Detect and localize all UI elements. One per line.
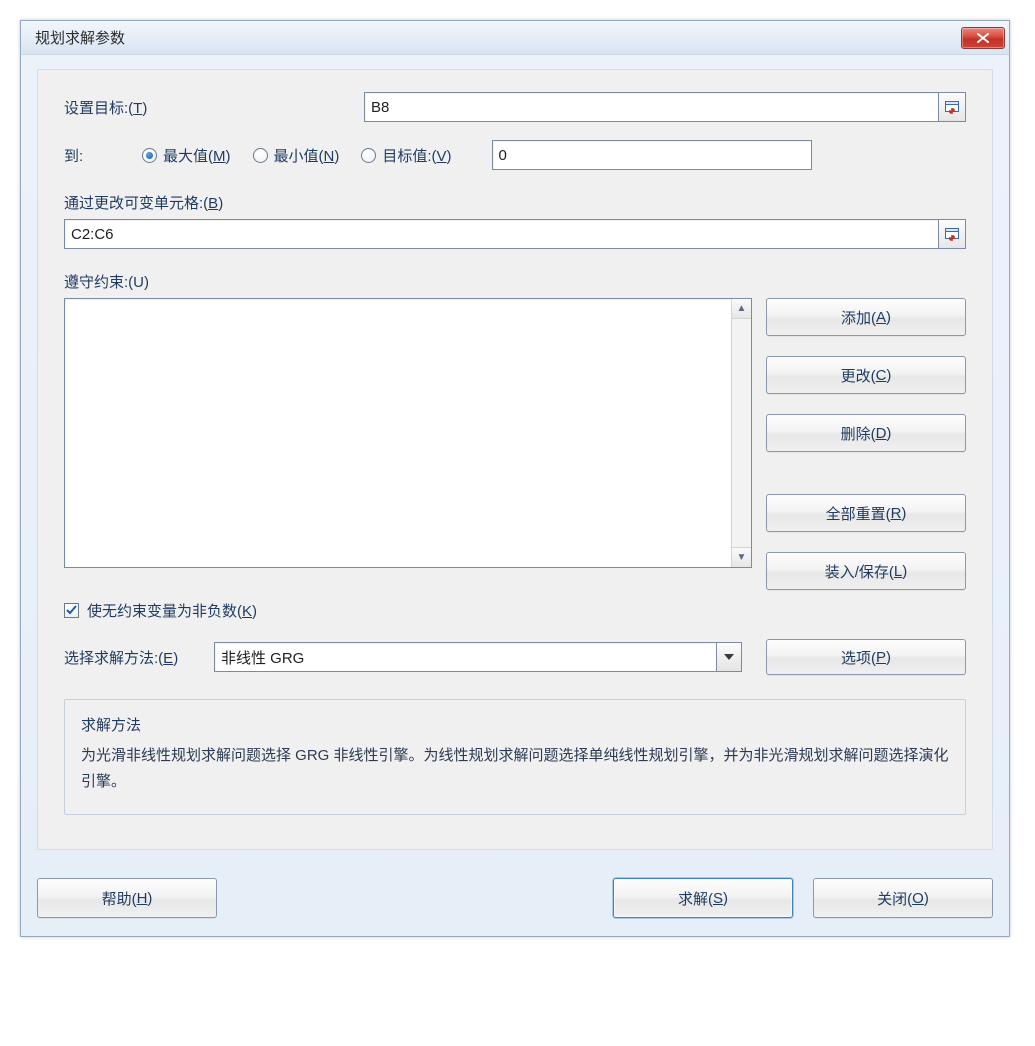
window-title: 规划求解参数 [35,27,961,48]
add-button[interactable]: 添加(A) [766,298,966,336]
constraints-scrollbar[interactable]: ▲ ▼ [731,299,751,567]
scroll-down-icon[interactable]: ▼ [732,547,751,567]
nonnegative-checkbox[interactable]: 使无约束变量为非负数(K) [64,600,966,621]
constraints-label: 遵守约束:(U) [64,271,966,292]
groupbox-title: 求解方法 [81,714,949,735]
close-icon [976,33,990,43]
help-button[interactable]: 帮助(H) [37,878,217,918]
changing-collapse-button[interactable] [938,219,966,249]
constraints-listbox[interactable]: ▲ ▼ [64,298,752,568]
solving-method-groupbox: 求解方法 为光滑非线性规划求解问题选择 GRG 非线性引擎。为线性规划求解问题选… [64,699,966,815]
to-row: 到: 最大值(M) 最小值(N) 目标值:(V) [64,140,966,170]
method-combo-display[interactable] [214,642,716,672]
reset-all-button[interactable]: 全部重置(R) [766,494,966,532]
objective-input[interactable] [364,92,938,122]
checkmark-icon [66,605,77,616]
radio-min[interactable]: 最小值(N) [253,145,340,166]
method-combo-dropdown-button[interactable] [716,642,742,672]
options-button[interactable]: 选项(P) [766,639,966,675]
objective-row: 设置目标:(T) [64,92,966,122]
footer: 帮助(H) 求解(S) 关闭(O) [37,878,993,918]
groupbox-text: 为光滑非线性规划求解问题选择 GRG 非线性引擎。为线性规划求解问题选择单纯线性… [81,743,949,794]
checkbox-box [64,603,79,618]
main-panel: 设置目标:(T) 到: [37,69,993,850]
chevron-down-icon [724,654,734,660]
changing-input[interactable] [64,219,938,249]
valueof-input[interactable] [492,140,812,170]
method-label: 选择求解方法:(E) [64,647,204,668]
objective-label: 设置目标:(T) [64,97,364,118]
method-row: 选择求解方法:(E) 选项(P) [64,639,966,675]
delete-button[interactable]: 删除(D) [766,414,966,452]
titlebar: 规划求解参数 [21,21,1009,55]
changing-label: 通过更改可变单元格:(B) [64,192,966,213]
window-close-button[interactable] [961,27,1005,49]
to-label: 到: [64,145,134,166]
scroll-up-icon[interactable]: ▲ [732,299,751,319]
radio-min-circle [253,148,268,163]
load-save-button[interactable]: 装入/保存(L) [766,552,966,590]
radio-valueof[interactable]: 目标值:(V) [361,145,451,166]
method-combobox[interactable] [214,642,742,672]
radio-max-circle [142,148,157,163]
radio-valueof-circle [361,148,376,163]
objective-collapse-button[interactable] [938,92,966,122]
change-button[interactable]: 更改(C) [766,356,966,394]
solver-parameters-dialog: 规划求解参数 设置目标:(T) [20,20,1010,937]
refedit-icon [944,99,960,115]
changing-refedit [64,219,966,249]
constraints-area: ▲ ▼ 添加(A) 更改(C) 删除(D) 全部重置(R) [64,298,966,590]
objective-refedit [364,92,966,122]
dialog-body: 设置目标:(T) 到: [21,55,1009,936]
solve-button[interactable]: 求解(S) [613,878,793,918]
radio-max[interactable]: 最大值(M) [142,145,231,166]
close-button[interactable]: 关闭(O) [813,878,993,918]
refedit-icon [944,226,960,242]
constraint-buttons: 添加(A) 更改(C) 删除(D) 全部重置(R) 装入/保存(L) [766,298,966,590]
